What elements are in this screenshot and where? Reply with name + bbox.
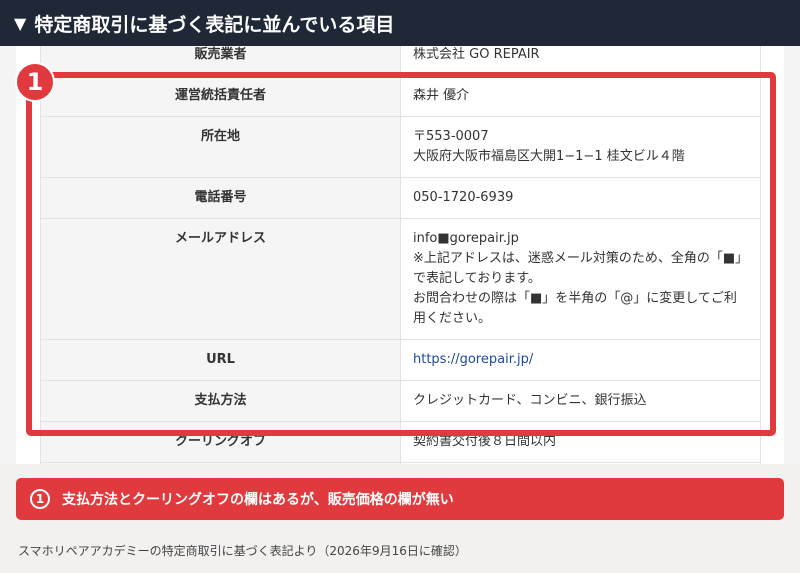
note-text: 支払方法とクーリングオフの欄はあるが、販売価格の欄が無い (62, 492, 454, 508)
table-row: 支払方法 クレジットカード、コンビニ、銀行振込 (40, 380, 761, 422)
page-edge-left (0, 46, 16, 464)
source-caption: スマホリペアアカデミーの特定商取引に基づく表記より（2026年9月16日に確認） (18, 544, 467, 558)
value-line: 〒553-0007 (413, 129, 489, 144)
value-line: ※上記アドレスは、迷惑メール対策のため、全角の「■」 (413, 251, 749, 266)
row-value: 株式会社 GO REPAIR (400, 46, 761, 76)
row-label: クーリングオフ (40, 421, 401, 463)
legal-info-table: 販売業者 株式会社 GO REPAIR 運営統括責任者 森井 優介 所在地 〒553-00… (40, 46, 761, 464)
row-value: https://gorepair.jp/ (400, 339, 761, 381)
value-line: 050-1720-6939 (413, 190, 514, 205)
callout-note: 1 支払方法とクーリングオフの欄はあるが、販売価格の欄が無い (16, 478, 784, 520)
table-row: URL https://gorepair.jp/ (40, 339, 761, 381)
row-value: info■gorepair.jp ※上記アドレスは、迷惑メール対策のため、全角の「… (400, 218, 761, 340)
row-label: 電話番号 (40, 177, 401, 219)
url-link[interactable]: https://gorepair.jp/ (413, 350, 748, 370)
highlight-badge: 1 (15, 62, 55, 102)
row-value: 〒553-0007 大阪府大阪市福島区大開1−1−1 桂文ビル４階 (400, 116, 761, 178)
row-value: 契約書交付後８日間以内 (400, 421, 761, 463)
section-header: ▼ 特定商取引に基づく表記に並んでいる項目 (0, 0, 800, 46)
value-line: 大阪府大阪市福島区大開1−1−1 桂文ビル４階 (413, 149, 685, 164)
row-value: 050-1720-6939 (400, 177, 761, 219)
value-line: 株式会社 GO REPAIR (413, 47, 540, 62)
row-label: 支払方法 (40, 380, 401, 422)
row-label: メールアドレス (40, 218, 401, 340)
row-label: 販売業者 (40, 46, 401, 76)
info-table-area: 販売業者 株式会社 GO REPAIR 運営統括責任者 森井 優介 所在地 〒553-00… (0, 46, 800, 464)
section-title: 特定商取引に基づく表記に並んでいる項目 (34, 13, 395, 36)
collapse-triangle-icon[interactable]: ▼ (14, 14, 26, 33)
table-row: 電話番号 050-1720-6939 (40, 177, 761, 219)
row-label: 運営統括責任者 (40, 75, 401, 117)
value-line: 森井 優介 (413, 88, 470, 103)
table-row: 所在地 〒553-0007 大阪府大阪市福島区大開1−1−1 桂文ビル４階 (40, 116, 761, 178)
row-value: クレジットカード、コンビニ、銀行振込 (400, 380, 761, 422)
note-number: 1 (30, 489, 50, 509)
row-value: 森井 優介 (400, 75, 761, 117)
table-row: クーリングオフ 契約書交付後８日間以内 (40, 421, 761, 463)
row-label: 所在地 (40, 116, 401, 178)
value-line: info■gorepair.jp (413, 231, 519, 246)
value-line: 用ください。 (413, 311, 492, 326)
table-row: 販売業者 株式会社 GO REPAIR (40, 46, 761, 76)
value-line: お問合わせの際は「■」を半角の「@」に変更してご利 (413, 291, 737, 306)
value-line: 契約書交付後８日間以内 (413, 434, 557, 449)
value-line: クレジットカード、コンビニ、銀行振込 (413, 393, 647, 408)
page-edge-right (784, 46, 800, 464)
table-row: 運営統括責任者 森井 優介 (40, 75, 761, 117)
row-label: URL (40, 339, 401, 381)
value-line: で表記しております。 (413, 271, 541, 286)
table-row: メールアドレス info■gorepair.jp ※上記アドレスは、迷惑メール対策の… (40, 218, 761, 340)
